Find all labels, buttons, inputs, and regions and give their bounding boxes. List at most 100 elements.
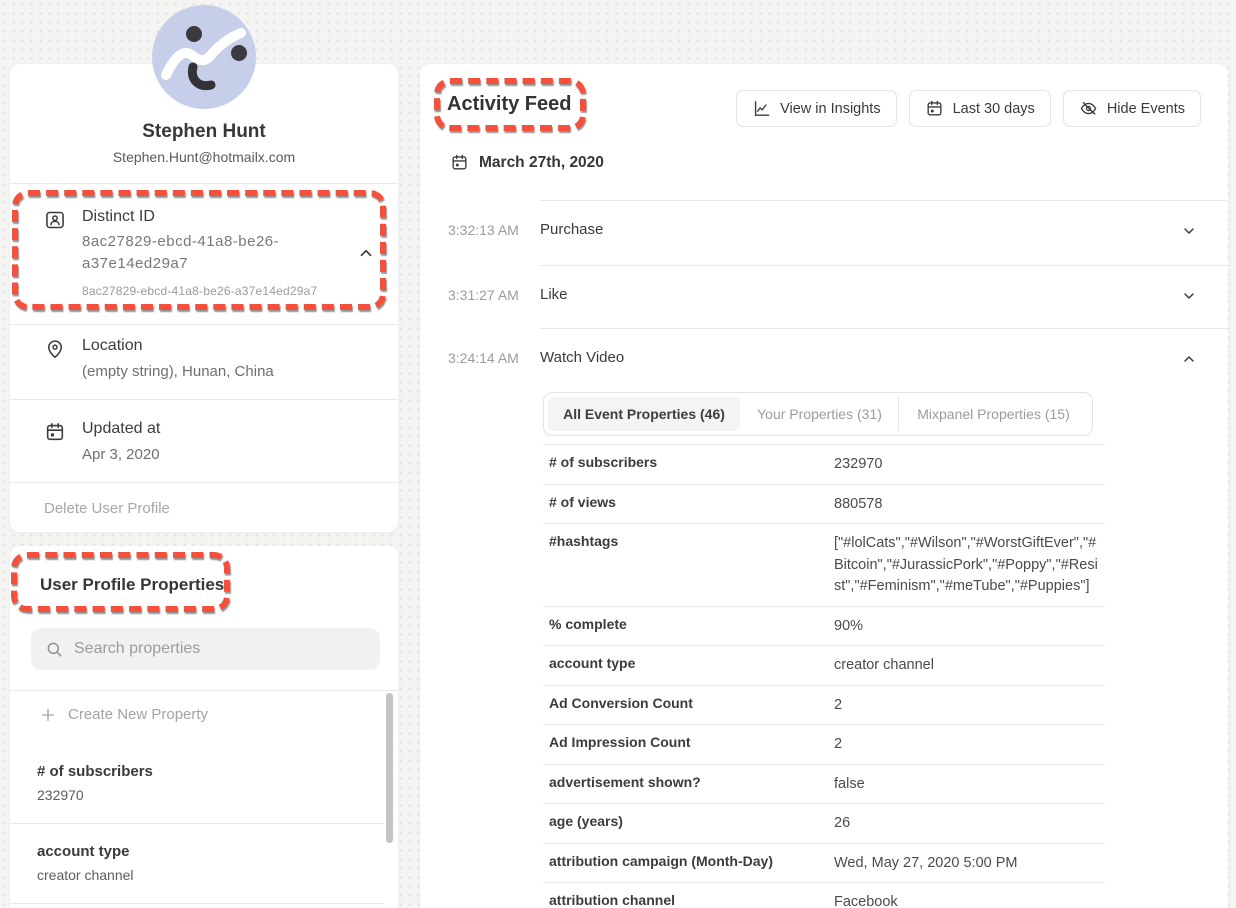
updated-at-label: Updated at — [82, 420, 160, 438]
divider — [10, 399, 398, 400]
property-value: 232970 — [37, 787, 84, 803]
divider — [10, 482, 398, 483]
calendar-icon — [450, 153, 469, 172]
property-value: 2 — [834, 725, 1105, 764]
divider — [10, 903, 384, 904]
property-name: account type — [37, 843, 130, 860]
chevron-up-icon[interactable] — [357, 244, 375, 262]
calendar-icon — [925, 99, 944, 118]
plus-icon — [40, 707, 56, 723]
property-value: Facebook — [834, 883, 1105, 908]
date-range-button[interactable]: Last 30 days — [909, 90, 1051, 127]
table-row: % complete 90% — [543, 606, 1105, 646]
table-row: account type creator channel — [543, 645, 1105, 685]
property-key: # of subscribers — [543, 445, 834, 478]
event-time: 3:32:13 AM — [448, 222, 519, 238]
property-key: advertisement shown? — [543, 765, 834, 798]
property-value: creator channel — [834, 646, 1105, 685]
search-icon — [45, 640, 64, 659]
location-pin-icon — [44, 338, 66, 360]
properties-scrollbar-thumb[interactable] — [386, 693, 393, 843]
property-value: 880578 — [834, 485, 1105, 524]
property-key: # of views — [543, 485, 834, 518]
event-properties-table: # of subscribers 232970 # of views 88057… — [543, 444, 1105, 908]
chevron-down-icon[interactable] — [1181, 288, 1197, 304]
property-key: attribution campaign (Month-Day) — [543, 844, 834, 877]
user-avatar — [152, 5, 256, 109]
profile-card: Stephen Hunt Stephen.Hunt@hotmailx.com D… — [10, 64, 398, 532]
event-properties-tabbar: All Event Properties (46) Your Propertie… — [543, 392, 1093, 436]
tab-your-properties[interactable]: Your Properties (31) — [740, 397, 898, 431]
event-time: 3:24:14 AM — [448, 350, 519, 366]
property-value: creator channel — [37, 867, 134, 883]
distinct-id-value-small: 8ac27829-ebcd-41a8-be26-a37e14ed29a7 — [82, 284, 317, 298]
table-row: age (years) 26 — [543, 803, 1105, 843]
property-value: 232970 — [834, 445, 1105, 484]
profile-name: Stephen Hunt — [10, 121, 398, 143]
property-key: Ad Conversion Count — [543, 686, 834, 719]
tab-mixpanel-properties[interactable]: Mixpanel Properties (15) — [898, 397, 1088, 431]
line-chart-icon — [752, 99, 771, 118]
property-name: # of subscribers — [37, 763, 153, 780]
event-row-purchase[interactable]: 3:32:13 AM Purchase — [420, 200, 1228, 263]
avatar-face-icon — [152, 5, 256, 109]
table-row: Ad Impression Count 2 — [543, 724, 1105, 764]
create-new-property-label: Create New Property — [68, 706, 208, 723]
view-in-insights-label: View in Insights — [780, 101, 880, 117]
property-value: 2 — [834, 686, 1105, 725]
view-in-insights-button[interactable]: View in Insights — [736, 90, 896, 127]
table-row: # of views 880578 — [543, 484, 1105, 524]
property-value: ["#lolCats","#Wilson","#WorstGiftEver","… — [834, 524, 1105, 606]
create-new-property-button[interactable]: Create New Property — [40, 706, 208, 723]
feed-date-label: March 27th, 2020 — [479, 154, 604, 172]
feed-toolbar: View in Insights Last 30 days Hide Event… — [736, 90, 1201, 127]
activity-feed-card: Activity Feed View in Insights Last 30 d… — [420, 64, 1228, 908]
table-row: # of subscribers 232970 — [543, 444, 1105, 484]
updated-at-value: Apr 3, 2020 — [82, 446, 160, 463]
delete-user-profile-button[interactable]: Delete User Profile — [44, 500, 170, 517]
table-row: attribution campaign (Month-Day) Wed, Ma… — [543, 843, 1105, 883]
chevron-up-icon[interactable] — [1181, 351, 1197, 367]
divider — [10, 324, 398, 325]
event-name: Purchase — [540, 221, 603, 238]
calendar-icon — [44, 421, 66, 443]
property-key: Ad Impression Count — [543, 725, 834, 758]
property-key: attribution channel — [543, 883, 834, 908]
hide-events-button[interactable]: Hide Events — [1063, 90, 1201, 127]
feed-date-header: March 27th, 2020 — [450, 153, 604, 172]
search-properties-box[interactable] — [31, 628, 380, 670]
property-value: false — [834, 765, 1105, 804]
eye-off-icon — [1079, 99, 1098, 118]
event-name: Watch Video — [540, 349, 624, 366]
divider — [10, 183, 398, 184]
property-key: age (years) — [543, 804, 834, 837]
distinct-id-value: 8ac27829-ebcd-41a8-be26-a37e14ed29a7 — [82, 231, 344, 275]
user-profile-properties-card: User Profile Properties Create New Prope… — [10, 546, 398, 908]
profile-email: Stephen.Hunt@hotmailx.com — [10, 149, 398, 165]
event-time: 3:31:27 AM — [448, 287, 519, 303]
distinct-id-label: Distinct ID — [82, 208, 155, 226]
event-name: Like — [540, 286, 568, 303]
event-row-watch-video[interactable]: 3:24:14 AM Watch Video — [420, 328, 1228, 391]
table-row: Ad Conversion Count 2 — [543, 685, 1105, 725]
property-value: 90% — [834, 607, 1105, 646]
location-value: (empty string), Hunan, China — [82, 363, 274, 380]
chevron-down-icon[interactable] — [1181, 223, 1197, 239]
hide-events-label: Hide Events — [1107, 101, 1185, 117]
property-key: % complete — [543, 607, 834, 640]
divider — [10, 823, 384, 824]
property-value: 26 — [834, 804, 1105, 843]
tab-all-event-properties[interactable]: All Event Properties (46) — [548, 397, 740, 431]
contact-badge-icon — [44, 209, 66, 231]
property-value: Wed, May 27, 2020 5:00 PM — [834, 844, 1105, 883]
user-profile-properties-title: User Profile Properties — [40, 575, 224, 595]
table-row: attribution channel Facebook — [543, 882, 1105, 908]
event-row-like[interactable]: 3:31:27 AM Like — [420, 265, 1228, 328]
property-key: #hashtags — [543, 524, 834, 557]
search-properties-input[interactable] — [74, 640, 366, 658]
table-row: #hashtags ["#lolCats","#Wilson","#WorstG… — [543, 523, 1105, 606]
property-key: account type — [543, 646, 834, 679]
table-row: advertisement shown? false — [543, 764, 1105, 804]
divider — [10, 690, 398, 691]
location-label: Location — [82, 337, 143, 355]
